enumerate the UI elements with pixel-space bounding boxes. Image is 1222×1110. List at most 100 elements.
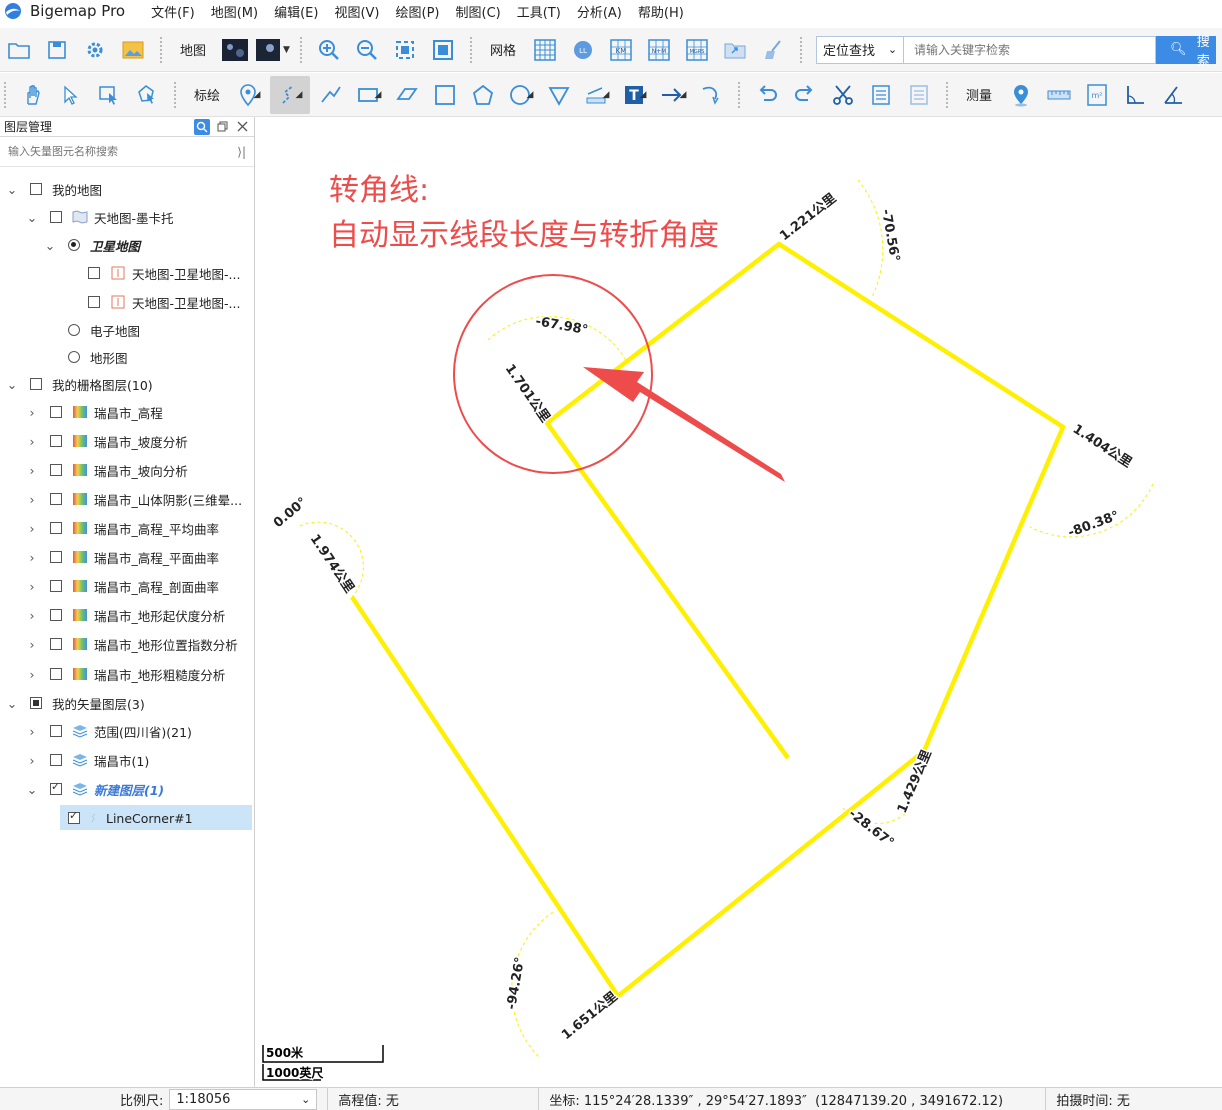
measure-point-button[interactable] bbox=[1004, 78, 1038, 112]
tree-node-tianditu-satellite-1[interactable]: 天地图-卫星地图-... bbox=[88, 261, 240, 285]
export-grid-button[interactable] bbox=[718, 33, 752, 67]
grid-button[interactable] bbox=[528, 33, 562, 67]
layer-checkbox[interactable] bbox=[50, 580, 62, 592]
map-type-radio[interactable] bbox=[68, 239, 80, 251]
measure-bearing-button[interactable] bbox=[1156, 78, 1190, 112]
sector-tool-button[interactable] bbox=[542, 78, 576, 112]
tree-node-tianditu-satellite-2[interactable]: 天地图-卫星地图-... bbox=[88, 290, 240, 314]
box-select-button[interactable] bbox=[92, 78, 126, 112]
mgrs-grid-button[interactable]: MGRS bbox=[680, 33, 714, 67]
chevron-right-icon[interactable]: › bbox=[26, 492, 38, 507]
feature-list-button[interactable] bbox=[902, 78, 936, 112]
open-folder-button[interactable] bbox=[2, 33, 36, 67]
panel-search-button[interactable] bbox=[194, 118, 210, 135]
square-tool-button[interactable] bbox=[428, 78, 462, 112]
chevron-right-icon[interactable]: › bbox=[26, 667, 38, 682]
corner-line-tool-button[interactable]: ◢ bbox=[270, 75, 311, 114]
chevron-right-icon[interactable]: › bbox=[26, 724, 38, 739]
layer-checkbox[interactable] bbox=[50, 754, 62, 766]
map-type-radio[interactable] bbox=[68, 324, 80, 336]
layer-checkbox[interactable] bbox=[30, 697, 42, 709]
arrow-tool-button[interactable]: ◢ bbox=[656, 78, 690, 112]
map-drawing[interactable]: 转角线: 自动显示线段长度与转折角度 1.974公里 1.651公里 1.429… bbox=[256, 117, 1222, 1087]
marker-tool-button[interactable]: ◢ bbox=[232, 78, 266, 112]
chevron-right-icon[interactable]: › bbox=[26, 579, 38, 594]
layer-checkbox[interactable] bbox=[30, 183, 42, 195]
menu-tools[interactable]: 工具(T) bbox=[509, 2, 569, 21]
undo-button[interactable] bbox=[750, 78, 784, 112]
keyword-search-input[interactable] bbox=[904, 35, 1157, 64]
tree-node-raster-plan-curvature[interactable]: › 瑞昌市_高程_平面曲率 bbox=[26, 545, 220, 569]
measure-distance-button[interactable] bbox=[1042, 78, 1076, 112]
measure-area-button[interactable]: m² bbox=[1080, 78, 1114, 112]
menu-file[interactable]: 文件(F) bbox=[143, 2, 203, 21]
tree-node-vector-ruichang[interactable]: › 瑞昌市(1) bbox=[26, 748, 150, 772]
layer-checkbox[interactable] bbox=[30, 378, 42, 390]
corner-line-feature[interactable] bbox=[350, 241, 1066, 1000]
tree-node-tianditu-mercator[interactable]: ⌄ 天地图-墨卡托 bbox=[26, 205, 174, 229]
layer-checkbox[interactable] bbox=[50, 551, 62, 563]
chevron-right-icon[interactable]: › bbox=[26, 405, 38, 420]
settings-button[interactable] bbox=[78, 33, 112, 67]
menu-help[interactable]: 帮助(H) bbox=[630, 2, 692, 21]
tree-node-electronic-map[interactable]: 电子地图 bbox=[68, 318, 140, 342]
menu-view[interactable]: 视图(V) bbox=[326, 2, 387, 21]
tree-node-raster-mean-curvature[interactable]: › 瑞昌市_高程_平均曲率 bbox=[26, 516, 220, 540]
cut-button[interactable] bbox=[826, 78, 860, 112]
tree-node-raster-layers[interactable]: ⌄ 我的栅格图层(10) bbox=[6, 372, 153, 396]
tree-node-raster-hillshade[interactable]: › 瑞昌市_山体阴影(三维晕... bbox=[26, 487, 243, 511]
save-button[interactable] bbox=[40, 33, 74, 67]
tree-node-raster-aspect[interactable]: › 瑞昌市_坡向分析 bbox=[26, 458, 188, 482]
chevron-right-icon[interactable]: › bbox=[26, 550, 38, 565]
pan-button[interactable] bbox=[16, 78, 50, 112]
scale-dropdown[interactable]: 1:18056 ⌄ bbox=[169, 1088, 318, 1110]
chevron-down-icon[interactable]: ⌄ bbox=[26, 210, 38, 225]
text-tool-button[interactable]: T ◢ bbox=[618, 78, 652, 112]
layer-checkbox[interactable] bbox=[50, 406, 62, 418]
menu-cartography[interactable]: 制图(C) bbox=[448, 2, 509, 21]
parallelogram-tool-button[interactable] bbox=[390, 78, 424, 112]
full-extent-button[interactable] bbox=[426, 33, 460, 67]
panel-close-button[interactable] bbox=[234, 119, 250, 135]
layer-checkbox[interactable] bbox=[50, 668, 62, 680]
menu-draw[interactable]: 绘图(P) bbox=[388, 2, 448, 21]
map-source-dropdown[interactable]: ▼ bbox=[256, 33, 290, 67]
ll-grid-button[interactable]: LL bbox=[566, 33, 600, 67]
redo-button[interactable] bbox=[788, 78, 822, 112]
ruler-tool-button[interactable]: ◢ bbox=[580, 78, 614, 112]
tree-node-raster-slope[interactable]: › 瑞昌市_坡度分析 bbox=[26, 429, 188, 453]
layer-checkbox[interactable] bbox=[50, 435, 62, 447]
tree-node-raster-tpi[interactable]: › 瑞昌市_地形位置指数分析 bbox=[26, 632, 238, 656]
layer-checkbox[interactable] bbox=[88, 296, 100, 308]
map-type-radio[interactable] bbox=[68, 351, 80, 363]
zoom-extent-button[interactable] bbox=[388, 33, 422, 67]
tree-node-terrain-map[interactable]: 地形图 bbox=[68, 345, 128, 369]
nm-grid-button[interactable]: N+M bbox=[642, 33, 676, 67]
layer-checkbox[interactable] bbox=[50, 609, 62, 621]
layer-checkbox[interactable] bbox=[50, 493, 62, 505]
layer-checkbox[interactable] bbox=[88, 267, 100, 279]
curve-tool-button[interactable] bbox=[694, 78, 728, 112]
layer-checkbox[interactable] bbox=[50, 211, 62, 223]
layer-checkbox[interactable] bbox=[68, 809, 80, 824]
chevron-right-icon[interactable]: › bbox=[26, 463, 38, 478]
clear-grid-button[interactable] bbox=[756, 33, 790, 67]
image-button[interactable] bbox=[116, 33, 150, 67]
tree-node-line-corner[interactable]: LineCorner#1 bbox=[68, 806, 193, 830]
layer-checkbox[interactable] bbox=[50, 638, 62, 650]
tree-node-vector-sichuan[interactable]: › 范围(四川省)(21) bbox=[26, 719, 192, 743]
locate-dropdown[interactable]: 定位查找 ⌄ bbox=[816, 35, 905, 64]
chevron-right-icon[interactable]: › bbox=[26, 608, 38, 623]
tree-node-my-maps[interactable]: ⌄ 我的地图 bbox=[6, 177, 102, 201]
search-go-icon[interactable]: ⟩| bbox=[237, 145, 246, 159]
layer-checkbox[interactable] bbox=[50, 464, 62, 476]
attribute-table-button[interactable] bbox=[864, 78, 898, 112]
panel-float-button[interactable] bbox=[214, 119, 230, 135]
layer-checkbox[interactable] bbox=[50, 522, 62, 534]
rectangle-tool-button[interactable]: ◢ bbox=[352, 78, 386, 112]
chevron-down-icon[interactable]: ⌄ bbox=[6, 182, 18, 197]
km-grid-button[interactable]: KM bbox=[604, 33, 638, 67]
polygon-select-button[interactable] bbox=[130, 78, 164, 112]
measure-angle-button[interactable] bbox=[1118, 78, 1152, 112]
tree-node-vector-layers[interactable]: ⌄ 我的矢量图层(3) bbox=[6, 691, 145, 715]
